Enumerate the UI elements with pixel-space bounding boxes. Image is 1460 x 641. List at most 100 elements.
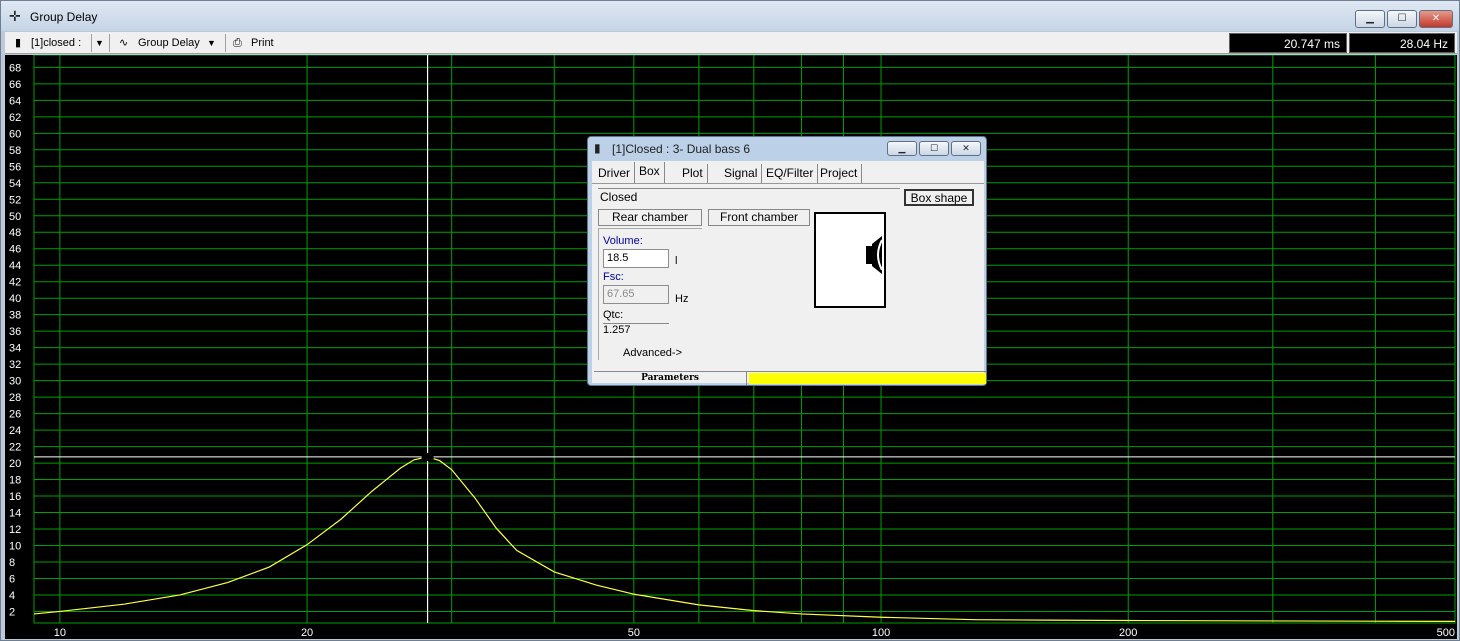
qtc-label: Qtc: <box>603 309 624 321</box>
print-button[interactable]: Print <box>251 34 274 52</box>
y-tick-label: 16 <box>9 491 21 503</box>
y-tick-label: 58 <box>9 145 21 157</box>
y-tick-label: 40 <box>9 293 21 305</box>
time-readout: 20.747 ms <box>1229 33 1347 53</box>
group-delay-curve <box>33 456 1456 622</box>
y-tick-label: 36 <box>9 326 21 338</box>
volume-input[interactable]: 18.5 <box>603 249 669 268</box>
x-tick-label: 10 <box>54 627 66 639</box>
y-tick-label: 38 <box>9 310 21 322</box>
close-button[interactable]: ✕ <box>1419 10 1453 28</box>
toolbar-separator <box>91 34 92 52</box>
y-tick-label: 30 <box>9 376 21 388</box>
close-icon: ✕ <box>1431 13 1441 24</box>
box-diagram <box>814 212 886 308</box>
y-tick-label: 28 <box>9 392 21 404</box>
enclosure-icon: ▮ <box>594 141 601 155</box>
dialog-maximize-button[interactable]: ☐ <box>919 141 949 156</box>
maximize-icon: ☐ <box>1397 13 1407 24</box>
tab-driver[interactable]: Driver <box>594 164 635 183</box>
y-tick-label: 18 <box>9 475 21 487</box>
advanced-link[interactable]: Advanced-> <box>623 347 682 359</box>
y-tick-label: 20 <box>9 458 21 470</box>
item-dropdown-icon[interactable]: ▼ <box>95 34 104 52</box>
toolbar-separator <box>109 34 110 52</box>
group-delay-window: ✛ Group Delay ▁ ☐ ✕ ▮ [1]closed : ▼ ∿ Gr… <box>0 0 1460 641</box>
item-selector[interactable]: [1]closed : <box>31 34 81 52</box>
enclosure-dialog: ▮ [1]Closed : 3- Dual bass 6 ▁ ☐ ✕ Drive… <box>587 136 987 386</box>
volume-label: Volume: <box>603 235 643 247</box>
qtc-value: 1.257 <box>603 323 669 336</box>
maximize-button[interactable]: ☐ <box>1387 10 1417 28</box>
fsc-label: Fsc: <box>603 271 624 283</box>
tab-project[interactable]: Project <box>816 164 863 183</box>
printer-icon: ⎙ <box>233 37 242 49</box>
y-tick-label: 48 <box>9 227 21 239</box>
toolbar: ▮ [1]closed : ▼ ∿ Group Delay ▼ ⎙ Print … <box>5 32 1457 54</box>
y-tick-label: 68 <box>9 62 21 74</box>
y-tick-label: 66 <box>9 79 21 91</box>
fsc-unit: Hz <box>675 293 689 305</box>
y-tick-label: 50 <box>9 211 21 223</box>
tab-plot[interactable]: Plot <box>678 164 708 183</box>
y-tick-label: 34 <box>9 343 21 355</box>
y-tick-label: 54 <box>9 178 21 190</box>
y-tick-label: 26 <box>9 409 21 421</box>
title-bar[interactable]: ✛ Group Delay ▁ ☐ ✕ <box>1 1 1459 31</box>
dialog-body: Driver Box Plot Signal EQ/Filter Project… <box>592 161 986 385</box>
status-label: Parameters <box>594 372 747 385</box>
y-tick-label: 60 <box>9 128 21 140</box>
y-tick-label: 4 <box>9 590 15 602</box>
y-tick-label: 64 <box>9 95 21 107</box>
speaker-driver-icon <box>866 236 883 274</box>
plot-type-selector[interactable]: Group Delay <box>138 34 200 52</box>
y-tick-label: 42 <box>9 277 21 289</box>
y-tick-label: 46 <box>9 244 21 256</box>
dialog-minimize-button[interactable]: ▁ <box>887 141 917 156</box>
y-tick-label: 44 <box>9 260 21 272</box>
status-indicator <box>749 373 986 384</box>
cursor-marker <box>421 452 434 461</box>
y-tick-label: 12 <box>9 524 21 536</box>
dialog-close-button[interactable]: ✕ <box>951 141 981 156</box>
x-tick-label: 100 <box>872 627 890 639</box>
tab-eq-filter[interactable]: EQ/Filter <box>762 164 819 183</box>
box-type-field[interactable]: Closed <box>598 188 900 205</box>
y-tick-label: 22 <box>9 442 21 454</box>
y-tick-label: 14 <box>9 508 21 520</box>
y-tick-label: 8 <box>9 557 15 569</box>
frequency-readout: 28.04 Hz <box>1349 33 1455 53</box>
tab-divider <box>592 183 984 184</box>
crosshair-icon: ✛ <box>9 8 21 24</box>
y-tick-label: 24 <box>9 425 21 437</box>
x-tick-label: 200 <box>1119 627 1137 639</box>
y-tick-label: 62 <box>9 112 21 124</box>
tab-box[interactable]: Box <box>634 162 665 184</box>
x-tick-label: 50 <box>628 627 640 639</box>
x-tick-label: 500 <box>1437 627 1455 639</box>
waveform-icon: ∿ <box>119 37 129 49</box>
front-chamber-tab[interactable]: Front chamber <box>708 209 810 226</box>
dialog-title: [1]Closed : 3- Dual bass 6 <box>612 142 751 156</box>
volume-unit: l <box>675 255 678 267</box>
chamber-panel: Volume: 18.5 l Fsc: 67.65 Hz Qtc: 1.257 … <box>598 228 702 360</box>
box-shape-button[interactable]: Box shape <box>904 189 974 206</box>
y-tick-label: 6 <box>9 573 15 585</box>
minimize-icon: ▁ <box>1366 13 1374 24</box>
toolbar-separator <box>225 34 226 52</box>
plot-dropdown-icon[interactable]: ▼ <box>207 34 216 52</box>
dialog-title-bar[interactable]: ▮ [1]Closed : 3- Dual bass 6 ▁ ☐ ✕ <box>588 137 986 161</box>
window-title: Group Delay <box>30 10 98 24</box>
y-tick-label: 2 <box>9 606 15 618</box>
tab-signal[interactable]: Signal <box>720 164 763 183</box>
y-tick-label: 52 <box>9 194 21 206</box>
y-tick-label: 56 <box>9 161 21 173</box>
minimize-button[interactable]: ▁ <box>1355 10 1385 28</box>
y-tick-label: 32 <box>9 359 21 371</box>
dialog-status-bar: Parameters <box>594 371 986 385</box>
fsc-input: 67.65 <box>603 285 669 304</box>
y-tick-label: 10 <box>9 541 21 553</box>
rear-chamber-tab[interactable]: Rear chamber <box>598 209 702 226</box>
x-tick-label: 20 <box>301 627 313 639</box>
enclosure-icon: ▮ <box>15 37 22 49</box>
